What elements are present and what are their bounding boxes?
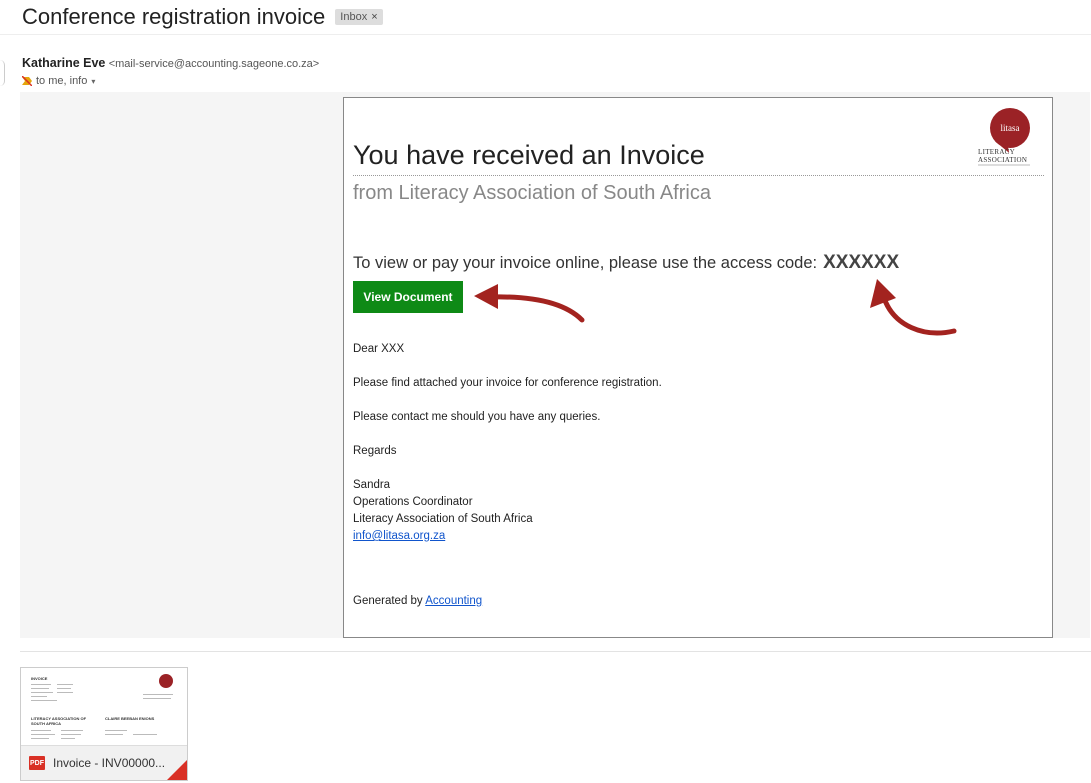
inbox-label-text: Inbox xyxy=(340,11,368,23)
generated-by-prefix: Generated by xyxy=(353,595,423,607)
thumb-to: CLAIRE BEEBAN ENIONS xyxy=(105,716,155,721)
invoice-title: You have received an Invoice xyxy=(353,140,705,170)
thumb-from: LITERACY ASSOCIATION OF SOUTH AFRICA xyxy=(31,716,87,726)
thumb-logo-icon xyxy=(159,674,173,688)
thumb-heading: INVOICE xyxy=(31,676,48,681)
generated-by-link[interactable]: Accounting xyxy=(425,595,482,607)
attachment-filename: Invoice - INV00000... xyxy=(53,756,166,770)
subject-row: Conference registration invoice Inbox × xyxy=(22,2,383,32)
recipients-text: to me, info xyxy=(36,75,88,87)
title-divider xyxy=(353,175,1044,176)
thumb-line xyxy=(57,684,73,685)
thumb-line xyxy=(61,734,81,735)
annotation-arrow-code-icon xyxy=(870,279,957,336)
signature-title: Operations Coordinator xyxy=(353,496,473,508)
view-document-button[interactable]: View Document xyxy=(353,281,463,313)
greeting: Dear XXX xyxy=(353,343,405,355)
thumb-line xyxy=(57,692,73,693)
thumb-line xyxy=(143,698,171,699)
thumb-line xyxy=(31,692,53,693)
email-subject: Conference registration invoice xyxy=(22,4,326,29)
sender-address: <mail-service@accounting.sageone.co.za> xyxy=(108,58,320,70)
body-paragraph-1: Please find attached your invoice for co… xyxy=(353,377,662,389)
thumb-line xyxy=(31,738,49,739)
invoice-card: litasa LITERACY ASSOCIATION You have rec… xyxy=(343,97,1053,638)
signature-email-line: info@litasa.org.za xyxy=(353,530,445,542)
litasa-logo: litasa LITERACY ASSOCIATION xyxy=(978,106,1044,176)
access-code: XXXXXX xyxy=(823,252,900,273)
thumb-line xyxy=(31,684,51,685)
invoice-from: from Literacy Association of South Afric… xyxy=(353,182,711,204)
signature-org: Literacy Association of South Africa xyxy=(353,513,533,525)
attachment-corner-fold-icon xyxy=(167,760,187,780)
attachments-divider xyxy=(20,651,1091,652)
access-code-prompt: To view or pay your invoice online, plea… xyxy=(353,254,818,272)
attachment-card[interactable]: INVOICE LITERACY ASSOCIATION OF SOUTH AF… xyxy=(20,667,188,781)
thumb-line xyxy=(57,688,71,689)
thumb-line xyxy=(31,734,55,735)
thumb-line xyxy=(105,734,123,735)
recipients-line[interactable]: to me, info ▾ xyxy=(22,75,95,87)
logo-line-1: LITERACY xyxy=(978,148,1016,156)
logo-line-2: ASSOCIATION xyxy=(978,156,1028,164)
sender-line: Katharine Eve <mail-service@accounting.s… xyxy=(22,56,319,70)
thumb-line xyxy=(143,694,173,695)
attachment-thumbnail: INVOICE LITERACY ASSOCIATION OF SOUTH AF… xyxy=(21,668,187,746)
signature-name: Sandra xyxy=(353,479,391,491)
thumb-line xyxy=(31,700,57,701)
thumb-line xyxy=(31,696,47,697)
signature-email-link[interactable]: info@litasa.org.za xyxy=(353,530,445,542)
thumb-line xyxy=(61,730,83,731)
pdf-file-icon: PDF xyxy=(29,756,45,770)
thumb-line xyxy=(31,730,51,731)
header-divider xyxy=(0,34,1091,35)
attachment-footer[interactable]: PDF Invoice - INV00000... xyxy=(21,745,187,780)
inbox-label-chip[interactable]: Inbox × xyxy=(335,9,383,25)
thumb-line xyxy=(133,734,157,735)
regards: Regards xyxy=(353,445,397,457)
remove-label-icon[interactable]: × xyxy=(371,11,377,23)
access-code-line: To view or pay your invoice online, plea… xyxy=(353,252,899,274)
sender-name[interactable]: Katharine Eve xyxy=(22,56,105,70)
generated-by-line: Generated by Accounting xyxy=(353,595,482,607)
annotation-arrow-button-icon xyxy=(474,284,585,323)
logo-underline xyxy=(978,164,1030,166)
recipients-dropdown-icon[interactable]: ▾ xyxy=(91,77,95,86)
thumb-line xyxy=(31,688,49,689)
body-paragraph-2: Please contact me should you have any qu… xyxy=(353,411,601,423)
thumb-line xyxy=(61,738,75,739)
thumb-line xyxy=(105,730,127,731)
important-marker-icon[interactable] xyxy=(22,76,32,86)
sender-avatar-edge xyxy=(0,60,5,86)
